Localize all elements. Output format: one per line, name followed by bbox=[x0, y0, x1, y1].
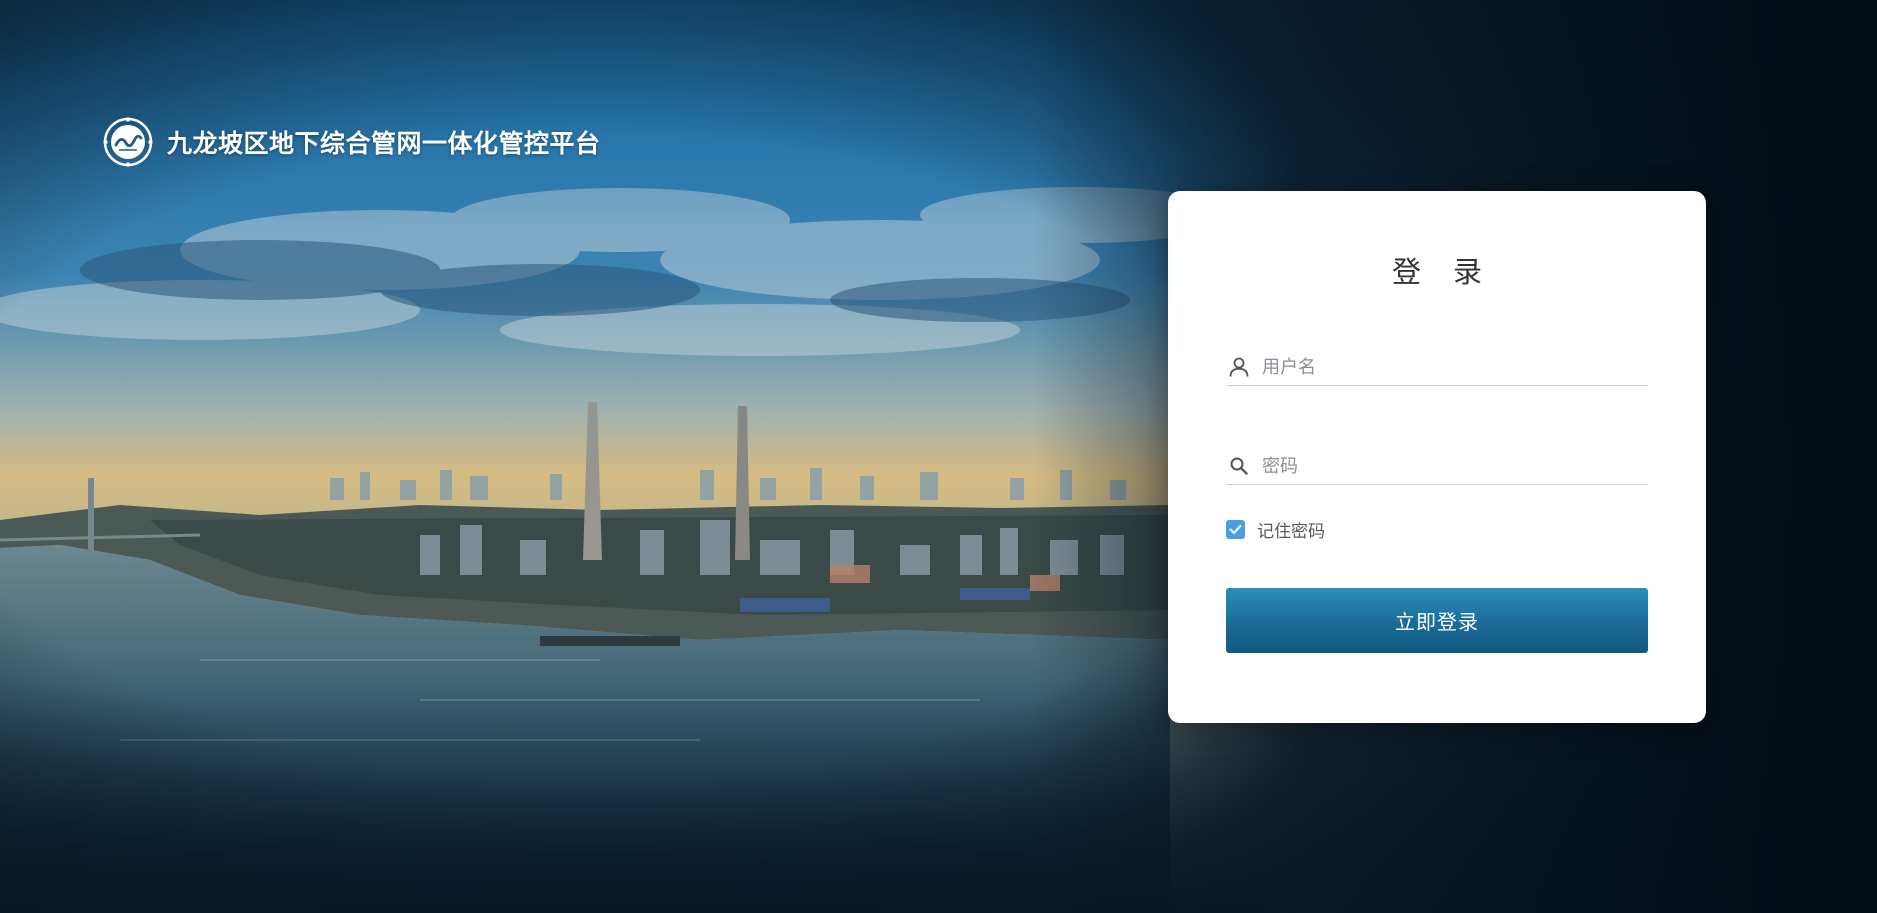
password-input[interactable] bbox=[1262, 451, 1622, 481]
platform-title: 九龙坡区地下综合管网一体化管控平台 bbox=[167, 129, 601, 158]
remember-password-checkbox[interactable] bbox=[1226, 519, 1245, 539]
user-icon bbox=[1229, 357, 1249, 377]
login-button[interactable]: 立即登录 bbox=[1226, 588, 1648, 653]
login-title: 登录 bbox=[1391, 255, 1514, 289]
checkmark-icon bbox=[1229, 524, 1242, 534]
username-field bbox=[1226, 349, 1648, 386]
search-icon bbox=[1230, 457, 1248, 475]
brand-header: 九龙坡区地下综合管网一体化管控平台 bbox=[103, 117, 601, 167]
remember-password-option[interactable]: 记住密码 bbox=[1226, 517, 1325, 542]
remember-password-label: 记住密码 bbox=[1257, 521, 1325, 542]
login-page: 九龙坡区地下综合管网一体化管控平台 登录 记住密码 bbox=[0, 0, 1877, 913]
password-field bbox=[1226, 448, 1648, 485]
district-emblem-icon bbox=[103, 117, 153, 167]
username-input[interactable] bbox=[1262, 352, 1622, 382]
login-card: 登录 记住密码 立即登录 bbox=[1168, 191, 1706, 723]
